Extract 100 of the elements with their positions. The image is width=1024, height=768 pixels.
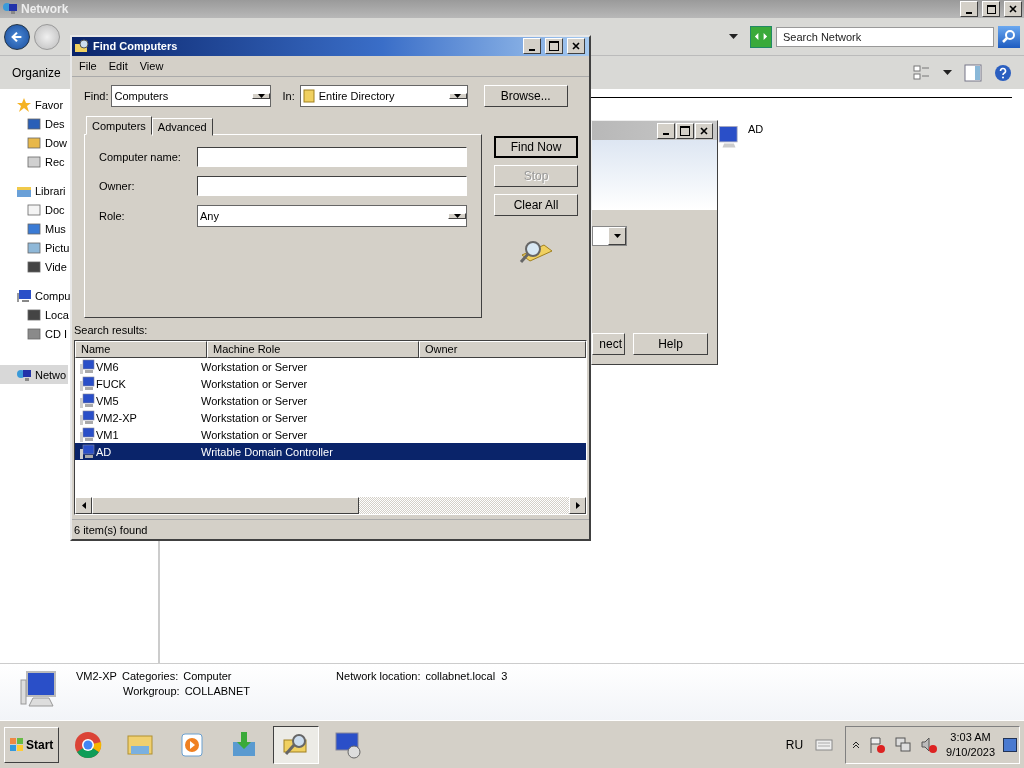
- horizontal-scrollbar[interactable]: [75, 497, 586, 515]
- taskbar-app-button[interactable]: [273, 726, 320, 764]
- close-icon: [700, 126, 708, 135]
- start-button[interactable]: Start: [4, 727, 60, 763]
- computer-icon: [79, 409, 95, 426]
- categories-label: Categories:: [121, 670, 179, 682]
- magnifier-icon: [74, 38, 90, 55]
- star-icon: [16, 96, 32, 113]
- computer-icon: [79, 426, 95, 443]
- result-row[interactable]: VM6 Workstation or Server: [75, 358, 586, 376]
- flag-icon[interactable]: [868, 736, 887, 754]
- window-title: Network: [21, 2, 69, 16]
- result-row[interactable]: VM1 Workstation or Server: [75, 426, 586, 444]
- close-button[interactable]: [695, 122, 713, 139]
- windows-logo-icon: [10, 738, 24, 752]
- computer-icon: [79, 358, 95, 375]
- show-desktop-button[interactable]: [1003, 738, 1017, 752]
- tab[interactable]: Advanced: [151, 118, 213, 137]
- caret-icon[interactable]: [943, 70, 952, 75]
- refresh-button[interactable]: [750, 25, 772, 48]
- find-dropdown[interactable]: Computers: [111, 85, 272, 108]
- computer-icon: [79, 392, 95, 409]
- chrome-icon: [73, 730, 104, 760]
- dropdown-arrow-icon[interactable]: [729, 34, 738, 39]
- back-button[interactable]: [4, 23, 30, 50]
- sidebar-item[interactable]: Netwo: [0, 365, 68, 384]
- speaker-muted-icon[interactable]: [920, 736, 939, 754]
- column-header[interactable]: Machine Role: [207, 341, 419, 359]
- book-icon: [302, 89, 315, 104]
- computer-name: VM2-XP: [76, 670, 117, 682]
- chevron-up-icon[interactable]: [852, 741, 861, 749]
- result-row[interactable]: FUCK Workstation or Server: [75, 375, 586, 393]
- caret-icon: [453, 214, 461, 219]
- sidebar-item[interactable]: Rec: [0, 152, 68, 171]
- language-indicator[interactable]: RU: [785, 738, 804, 752]
- browse-button[interactable]: Browse...: [483, 85, 568, 108]
- role-dropdown[interactable]: Any: [197, 205, 467, 228]
- minimize-button[interactable]: [657, 122, 675, 139]
- network-status-icon[interactable]: [894, 736, 913, 754]
- workgroup-value: COLLABNET: [184, 685, 251, 697]
- field-label: Role:: [99, 210, 126, 223]
- window-title: Find Computers: [93, 40, 178, 53]
- menu-item[interactable]: File: [74, 59, 102, 72]
- action-button[interactable]: Find Now: [494, 136, 578, 159]
- close-icon: [1009, 5, 1017, 13]
- sidebar-item[interactable]: Pictu: [0, 238, 68, 257]
- maximize-button[interactable]: [545, 38, 563, 55]
- sidebar-item[interactable]: Mus: [0, 219, 68, 238]
- in-dropdown[interactable]: Entire Directory: [299, 85, 468, 108]
- caret-icon: [454, 94, 462, 99]
- input-field[interactable]: [197, 176, 467, 197]
- sidebar-item[interactable]: Dow: [0, 133, 68, 152]
- result-row[interactable]: VM2-XP Workstation or Server: [75, 409, 586, 427]
- input-field[interactable]: [197, 147, 467, 168]
- dialog-button[interactable]: nect: [592, 333, 625, 355]
- sidebar-item[interactable]: Vide: [0, 257, 68, 276]
- left-arrow-icon: [81, 502, 86, 510]
- network-location-label: Network location:: [336, 670, 421, 682]
- result-row[interactable]: VM5 Workstation or Server: [75, 392, 586, 410]
- sidebar-item[interactable]: Favor: [0, 95, 68, 114]
- maximize-button[interactable]: [676, 122, 694, 139]
- status-text: 6 item(s) found: [74, 523, 148, 536]
- sidebar-item[interactable]: Doc: [0, 200, 68, 219]
- dropdown[interactable]: [592, 226, 627, 246]
- tab[interactable]: Computers: [86, 116, 152, 136]
- search-results-label: Search results:: [73, 323, 149, 339]
- sidebar-item[interactable]: CD I: [0, 324, 68, 343]
- sidebar-item[interactable]: Compu: [0, 286, 68, 305]
- help-icon[interactable]: [994, 63, 1012, 82]
- column-header[interactable]: Owner: [419, 341, 586, 359]
- close-button[interactable]: [1004, 1, 1022, 17]
- close-button[interactable]: [567, 38, 585, 55]
- field-label: Owner:: [99, 180, 136, 193]
- search-icon: [1001, 28, 1017, 45]
- column-header[interactable]: Name: [75, 341, 207, 359]
- menu-item[interactable]: View: [134, 59, 169, 72]
- workgroup-label: Workgroup:: [123, 685, 180, 697]
- computer-icon: [79, 375, 95, 392]
- restore-button[interactable]: [982, 1, 1000, 17]
- categories-value: Computer: [183, 670, 232, 682]
- minimize-button[interactable]: [960, 1, 978, 17]
- view-options-icon[interactable]: [913, 63, 931, 82]
- refresh-icon: [754, 31, 768, 42]
- dialog-button[interactable]: Help: [633, 333, 708, 355]
- sidebar-item[interactable]: Loca: [0, 305, 68, 324]
- search-field[interactable]: Search Network: [776, 26, 994, 47]
- network-icon: [2, 1, 18, 17]
- back-arrow-icon: [10, 29, 24, 44]
- network-item[interactable]: AD: [716, 123, 764, 151]
- result-row[interactable]: AD Writable Domain Controller: [75, 443, 586, 461]
- caret-icon: [613, 234, 621, 238]
- sidebar-item[interactable]: Des: [0, 114, 68, 133]
- network-location-value: collabnet.local 3: [425, 670, 508, 682]
- action-button[interactable]: Clear All: [494, 194, 578, 217]
- organize-button[interactable]: Organize: [12, 65, 61, 80]
- search-button[interactable]: [998, 25, 1020, 48]
- sidebar-item[interactable]: Librari: [0, 181, 68, 200]
- minimize-button[interactable]: [523, 38, 541, 55]
- right-arrow-icon: [575, 502, 580, 510]
- menu-item[interactable]: Edit: [103, 59, 133, 72]
